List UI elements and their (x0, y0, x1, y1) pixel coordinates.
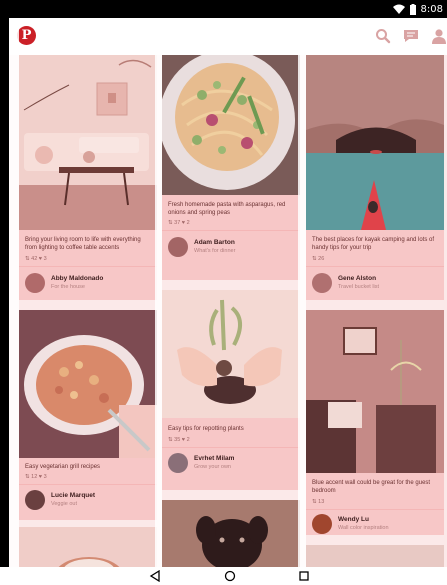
wifi-icon (392, 4, 405, 14)
recents-icon[interactable] (298, 570, 310, 582)
pin-image-pasta[interactable] (162, 55, 300, 195)
author-name[interactable]: Abby Maldonado (51, 275, 103, 282)
pin-card[interactable]: Fresh homemade pasta with asparagus, red… (162, 55, 300, 280)
messages-icon[interactable] (402, 27, 420, 45)
like-count: 2 (186, 437, 190, 443)
pinterest-logo-icon[interactable]: P (17, 26, 36, 45)
home-icon[interactable] (224, 570, 236, 582)
pin-stats: ⇅ 35 ♥ 2 (168, 437, 190, 443)
avatar[interactable] (168, 453, 188, 473)
pin-card[interactable] (306, 545, 444, 567)
board-name[interactable]: For the house (51, 284, 85, 290)
pin-icon: ⇅ (25, 256, 30, 262)
board-name[interactable]: Grow your own (194, 464, 231, 470)
pin-image-dog[interactable] (162, 500, 300, 567)
column-gutter (298, 18, 306, 567)
pin-icon: ⇅ (25, 474, 30, 480)
pin-icon: ⇅ (168, 437, 173, 443)
save-count: 26 (318, 256, 325, 262)
pin-image-cupcake[interactable] (19, 527, 157, 567)
avatar[interactable] (25, 490, 45, 510)
pin-card[interactable]: Bring your living room to life with ever… (19, 55, 157, 300)
pin-stats: ⇅ 42 ♥ 3 (25, 256, 47, 262)
pin-image-living-room[interactable] (19, 55, 157, 230)
avatar[interactable] (312, 273, 332, 293)
heart-icon: ♥ (38, 474, 43, 480)
profile-icon[interactable] (430, 27, 447, 45)
author-name[interactable]: Lucie Marquet (51, 492, 95, 499)
divider (306, 266, 444, 267)
toolbar: P (9, 18, 447, 55)
pin-description: Easy vegetarian grill recipes (25, 464, 101, 470)
avatar[interactable] (168, 237, 188, 257)
back-icon[interactable] (149, 570, 161, 582)
like-count: 2 (186, 220, 190, 226)
pin-stats: ⇅ 12 ♥ 3 (25, 474, 47, 480)
pin-image-vegetarian-grill[interactable] (19, 310, 157, 458)
battery-icon (409, 3, 416, 15)
board-name[interactable]: What's for dinner (194, 248, 235, 254)
author-name[interactable]: Gene Alston (338, 275, 376, 282)
status-bar: 8:08 (0, 0, 447, 18)
app-window: P Bring your living room to life with ev… (9, 18, 447, 567)
heart-icon: ♥ (38, 256, 43, 262)
heart-icon: ♥ (181, 220, 186, 226)
pin-stats: ⇅ 37 ♥ 2 (168, 220, 190, 226)
pin-description: Blue accent wall could be great for the … (312, 480, 431, 494)
like-count: 3 (43, 474, 47, 480)
search-icon[interactable] (374, 27, 392, 45)
status-icons: 8:08 (392, 2, 443, 16)
save-count: 13 (318, 499, 325, 505)
pin-image-kayak[interactable] (306, 55, 444, 230)
pin-description: Easy tips for repotting plants (168, 426, 244, 432)
pin-image-accent-wall[interactable] (306, 310, 444, 473)
author-name[interactable]: Evrhet Milam (194, 455, 234, 462)
navigation-bar (0, 567, 447, 585)
column-gutter (155, 18, 162, 567)
board-name[interactable]: Travel bucket list (338, 284, 379, 290)
divider (19, 266, 157, 267)
pin-card[interactable] (162, 500, 300, 567)
status-time: 8:08 (420, 3, 443, 15)
pin-card[interactable] (19, 527, 157, 567)
avatar[interactable] (25, 273, 45, 293)
board-name[interactable]: Veggie out (51, 501, 77, 507)
save-count: 37 (174, 220, 181, 226)
screen: 8:08 P Bring your living room to life wi… (0, 0, 447, 585)
save-count: 35 (174, 437, 181, 443)
board-name[interactable]: Wall color inspiration (338, 525, 389, 531)
save-count: 42 (31, 256, 38, 262)
pin-icon: ⇅ (168, 220, 173, 226)
pin-card[interactable]: Easy vegetarian grill recipes ⇅ 12 ♥ 3 L… (19, 310, 157, 520)
pin-description: Fresh homemade pasta with asparagus, red… (168, 202, 286, 216)
divider (162, 230, 300, 231)
pin-stats: ⇅ 26 (312, 256, 324, 262)
pin-icon: ⇅ (312, 499, 317, 505)
divider (19, 484, 157, 485)
like-count: 3 (43, 256, 47, 262)
pin-icon: ⇅ (312, 256, 317, 262)
heart-icon: ♥ (181, 437, 186, 443)
divider (306, 509, 444, 510)
pin-description: The best places for kayak camping and lo… (312, 237, 435, 251)
pin-image-partial[interactable] (306, 545, 444, 567)
column-gutter (9, 18, 19, 567)
pin-card[interactable]: The best places for kayak camping and lo… (306, 55, 444, 300)
pin-description: Bring your living room to life with ever… (25, 237, 141, 251)
pin-card[interactable]: Easy tips for repotting plants ⇅ 35 ♥ 2 … (162, 290, 300, 490)
author-name[interactable]: Wendy Lu (338, 516, 369, 523)
pin-card[interactable]: Blue accent wall could be great for the … (306, 310, 444, 535)
pin-image-repotting-plants[interactable] (162, 290, 300, 418)
pin-stats: ⇅ 13 (312, 499, 324, 505)
save-count: 12 (31, 474, 38, 480)
author-name[interactable]: Adam Barton (194, 239, 235, 246)
divider (162, 447, 300, 448)
avatar[interactable] (312, 514, 332, 534)
